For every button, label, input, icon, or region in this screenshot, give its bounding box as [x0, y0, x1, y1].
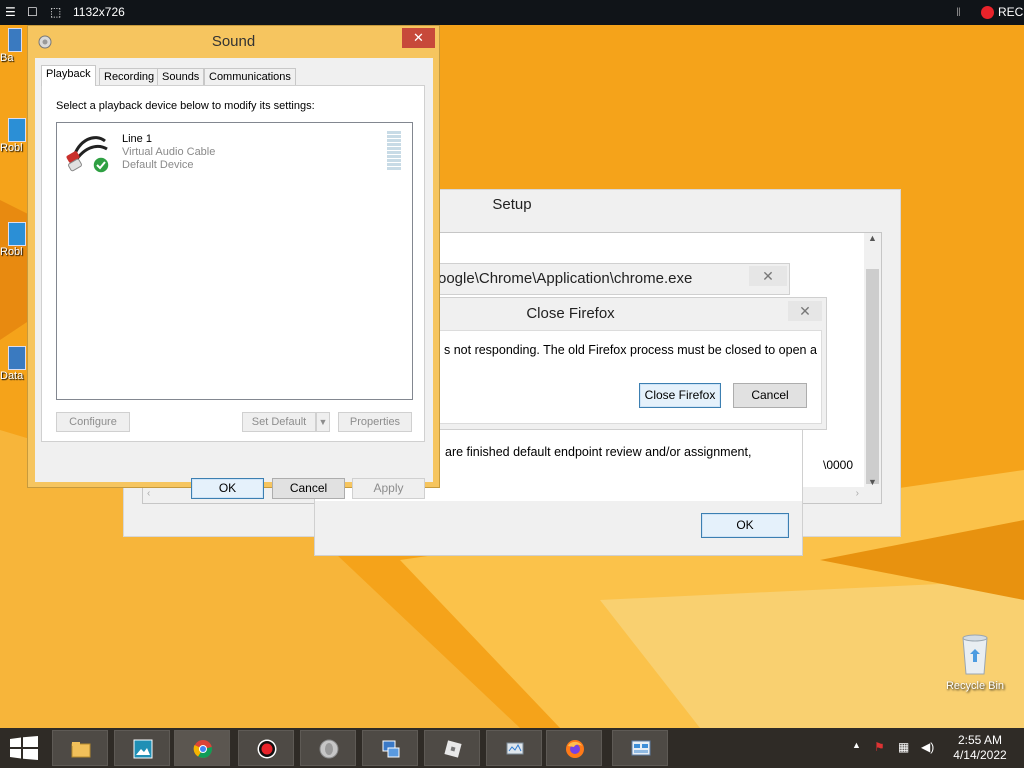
close-firefox-button[interactable]: Close Firefox — [639, 383, 721, 408]
scroll-down-icon[interactable]: ▼ — [864, 477, 881, 487]
tab-sounds[interactable]: Sounds — [157, 68, 205, 86]
taskbar-firefox[interactable] — [546, 730, 602, 766]
menu-icon[interactable]: ☰ — [5, 5, 16, 19]
device-name: Line 1 — [122, 133, 152, 145]
device-manager-icon — [506, 742, 524, 755]
roblox-icon — [8, 118, 26, 142]
file-explorer-icon — [71, 742, 91, 758]
taskbar: ▲ ⚑ ▦ ◀) 2:55 AM 4/14/2022 — [0, 728, 1024, 768]
dialog-message: s not responding. The old Firefox proces… — [444, 343, 817, 357]
playback-device-list[interactable]: Line 1 Virtual Audio Cable Default Devic… — [56, 122, 413, 400]
scrollbar-thumb[interactable] — [866, 269, 879, 484]
speaker-icon — [319, 739, 339, 759]
desktop-icon-label: Data — [0, 370, 24, 382]
volume-meter — [387, 131, 401, 171]
windows-start-icon[interactable] — [10, 736, 38, 760]
taskbar-chrome[interactable] — [174, 730, 230, 766]
scroll-left-icon[interactable]: ‹ — [147, 488, 150, 499]
taskbar-network-setup[interactable] — [362, 730, 418, 766]
setup-log-suffix: \0000 — [823, 458, 854, 472]
desktop-icon-4[interactable]: Data — [0, 346, 26, 382]
recorder-icon — [257, 739, 277, 759]
device-driver: Virtual Audio Cable — [122, 146, 216, 158]
scroll-right-icon[interactable]: › — [856, 488, 859, 499]
vertical-scrollbar[interactable]: ▲ ▼ — [864, 233, 881, 503]
tab-recording[interactable]: Recording — [99, 68, 160, 86]
action-center-icon[interactable]: ⚑ — [874, 740, 885, 754]
clock-date: 4/14/2022 — [953, 748, 1007, 762]
volume-icon[interactable]: ◀) — [921, 740, 934, 754]
cancel-button[interactable]: Cancel — [733, 383, 807, 408]
taskbar-device-manager[interactable] — [486, 730, 542, 766]
control-panel-icon — [631, 740, 651, 756]
roblox-icon — [444, 740, 462, 758]
tab-playback[interactable]: Playback — [41, 65, 96, 86]
set-default-dropdown-icon[interactable]: ▼ — [316, 412, 330, 432]
record-icon[interactable] — [981, 6, 994, 19]
pause-icon[interactable]: ‖ — [956, 5, 961, 19]
record-label[interactable]: REC — [998, 5, 1023, 19]
desktop-icon-3[interactable]: Robl — [0, 222, 26, 258]
ok-button[interactable]: OK — [701, 513, 789, 538]
chrome-path-text: oogle\Chrome\Application\chrome.exe — [438, 270, 693, 287]
photo-viewer-icon — [133, 739, 153, 759]
close-button[interactable]: ✕ — [402, 28, 435, 48]
taskbar-control-panel[interactable] — [612, 730, 668, 766]
app-icon — [8, 28, 22, 52]
scroll-up-icon[interactable]: ▲ — [864, 233, 881, 243]
audio-cable-icon — [66, 136, 110, 174]
playback-panel: Select a playback device below to modify… — [41, 85, 425, 442]
close-icon[interactable]: ✕ — [788, 301, 822, 321]
desktop-icon-1[interactable]: Ba — [0, 28, 22, 64]
taskbar-roblox[interactable] — [424, 730, 480, 766]
recycle-bin[interactable]: Recycle Bin — [942, 632, 1008, 692]
ok-button[interactable]: OK — [191, 478, 264, 499]
sound-title: Sound — [211, 33, 256, 50]
desktop-icon-label: Robl — [0, 142, 23, 154]
sound-client-area: Playback Recording Sounds Communications… — [35, 58, 433, 499]
cancel-button[interactable]: Cancel — [272, 478, 345, 499]
network-icon[interactable]: ▦ — [898, 740, 909, 754]
configure-button[interactable]: Configure — [56, 412, 130, 432]
recorder-toolbar: ☰ ☐ ⬚ 1132x726 ‖ REC — [0, 0, 1024, 25]
roblox-icon — [8, 222, 26, 246]
network-setup-icon — [382, 740, 400, 758]
recycle-bin-icon — [962, 634, 988, 675]
firefox-icon — [566, 740, 584, 758]
desktop-icon-label: Ba — [0, 52, 14, 64]
sound-window: Sound ✕ Playback Recording Sounds Commun… — [27, 25, 440, 499]
taskbar-recorder[interactable] — [238, 730, 294, 766]
apply-button[interactable]: Apply — [352, 478, 425, 499]
instruction-text: Select a playback device below to modify… — [56, 100, 315, 112]
list-item[interactable]: Line 1 Virtual Audio Cable Default Devic… — [57, 123, 412, 181]
window-select-icon[interactable]: ☐ — [27, 5, 38, 19]
tab-communications[interactable]: Communications — [204, 68, 296, 86]
capture-dimensions: 1132x726 — [73, 5, 125, 19]
app-icon — [8, 346, 26, 370]
taskbar-photo-viewer[interactable] — [114, 730, 170, 766]
desktop-icon-label: Robl — [0, 246, 23, 258]
chrome-icon — [193, 740, 213, 759]
close-icon[interactable]: ✕ — [749, 266, 787, 286]
taskbar-file-explorer[interactable] — [52, 730, 108, 766]
clock-time: 2:55 AM — [957, 733, 1003, 747]
taskbar-clock[interactable]: 2:55 AM 4/14/2022 — [946, 733, 1014, 763]
region-select-icon[interactable]: ⬚ — [50, 5, 61, 19]
desktop-icon-2[interactable]: Robl — [0, 118, 26, 154]
taskbar-sound[interactable] — [300, 730, 356, 766]
set-default-button[interactable]: Set Default — [242, 412, 316, 432]
endpoint-message: are finished default endpoint review and… — [445, 445, 752, 459]
device-status: Default Device — [122, 159, 194, 171]
recycle-bin-label: Recycle Bin — [945, 680, 1005, 692]
properties-button[interactable]: Properties — [338, 412, 412, 432]
show-hidden-icons-icon[interactable]: ▲ — [852, 740, 861, 750]
